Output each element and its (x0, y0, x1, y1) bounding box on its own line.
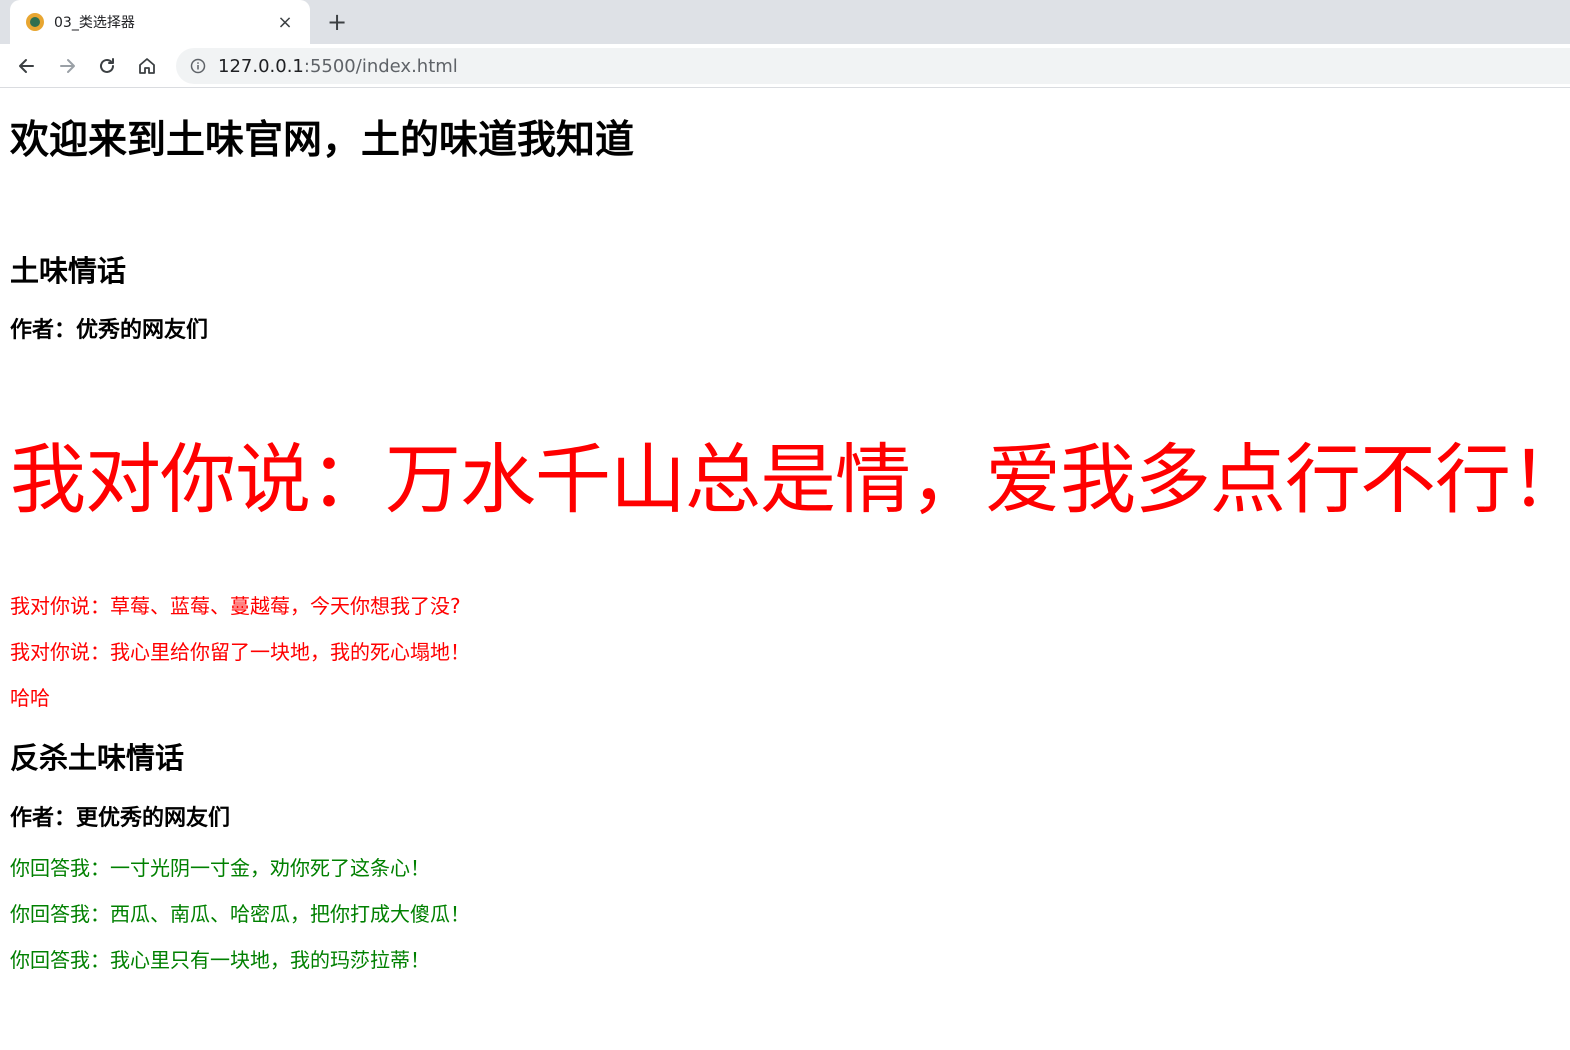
url-path: :5500/index.html (303, 55, 458, 77)
love-line-2: 我对你说：我心里给你留了一块地，我的死心塌地！ (10, 640, 470, 664)
address-bar[interactable]: 127.0.0.1:5500/index.html (176, 48, 1570, 84)
tab-bar: 03_类选择器 × + (0, 0, 1570, 44)
forward-arrow-icon (60, 59, 75, 73)
new-tab-button[interactable]: + (322, 7, 352, 37)
reply-line-3: 你回答我：我心里只有一块地，我的玛莎拉蒂！ (10, 948, 430, 972)
love-line-1: 我对你说：草莓、蓝莓、蔓越莓，今天你想我了没? (10, 594, 461, 618)
back-arrow-icon (19, 59, 34, 73)
url-text[interactable]: 127.0.0.1:5500/index.html (218, 56, 458, 77)
section1-title: 土味情话 (10, 254, 127, 288)
tab-close-button[interactable]: × (274, 11, 296, 33)
browser-tab[interactable]: 03_类选择器 × (10, 0, 310, 44)
back-button[interactable] (12, 51, 42, 81)
page-heading: 欢迎来到土味官网，土的味道我知道 (10, 118, 635, 163)
love-line-3: 哈哈 (10, 686, 50, 710)
reply-line-1: 你回答我：一寸光阴一寸金，劝你死了这条心！ (10, 856, 430, 880)
reload-button[interactable] (92, 51, 122, 81)
section1-author: 作者：优秀的网友们 (10, 318, 209, 343)
reload-icon (100, 58, 114, 73)
big-love-line: 我对你说：万水千山总是情，爱我多点行不行！ (10, 435, 1570, 524)
home-button[interactable] (132, 51, 162, 81)
navigation-bar: 127.0.0.1:5500/index.html (0, 44, 1570, 88)
url-host: 127.0.0.1 (218, 55, 304, 77)
section2-title: 反杀土味情话 (10, 741, 185, 775)
reply-line-2: 你回答我：西瓜、南瓜、哈密瓜，把你打成大傻瓜！ (10, 902, 470, 926)
forward-button[interactable] (52, 51, 82, 81)
favicon-icon (26, 13, 44, 31)
tab-title: 03_类选择器 (54, 15, 135, 31)
section2-author: 作者：更优秀的网友们 (10, 806, 231, 831)
home-icon (139, 58, 155, 74)
info-icon[interactable] (190, 58, 206, 74)
